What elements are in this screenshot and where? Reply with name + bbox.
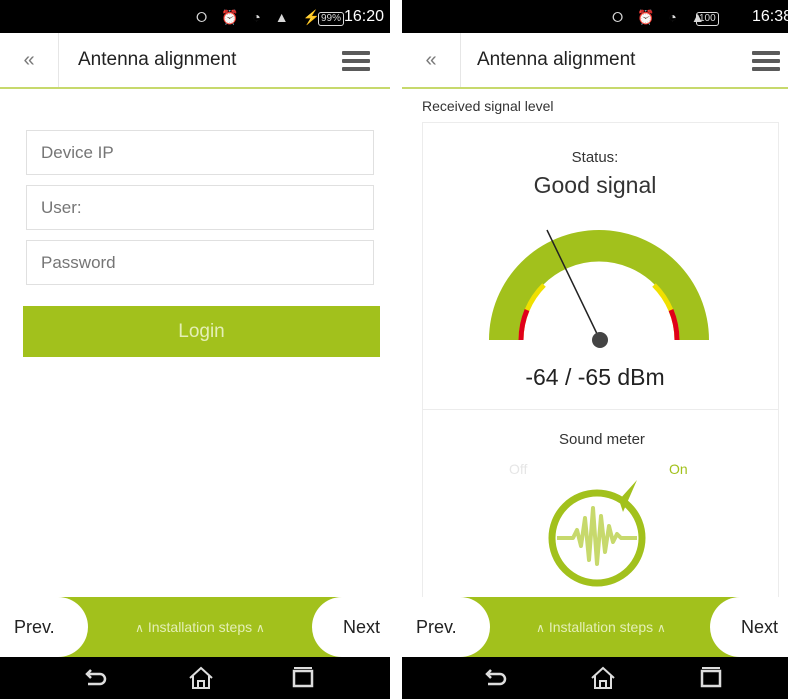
app-bar: « Antenna alignment xyxy=(402,33,788,89)
signal-gauge xyxy=(489,229,709,348)
sound-meter-off-option[interactable]: Off xyxy=(509,461,527,477)
prev-button[interactable]: Prev. xyxy=(402,597,490,657)
system-nav-bar xyxy=(0,657,390,699)
device-ip-input[interactable] xyxy=(26,130,374,175)
status-time: 16:38 xyxy=(751,8,788,25)
gauge-pivot xyxy=(592,332,608,348)
installation-steps-button[interactable]: ∧ Installation steps ∧ xyxy=(100,597,300,657)
hamburger-icon[interactable] xyxy=(342,51,370,71)
system-nav-bar xyxy=(402,657,788,699)
divider xyxy=(422,409,779,410)
user-input[interactable] xyxy=(26,185,374,230)
home-nav-icon[interactable] xyxy=(186,663,216,693)
back-nav-icon[interactable] xyxy=(80,663,110,693)
section-label: Received signal level xyxy=(422,98,554,114)
chevron-up-icon: ∧ xyxy=(657,621,666,635)
back-button[interactable]: « xyxy=(0,33,59,87)
recent-apps-icon[interactable] xyxy=(288,663,318,693)
prev-button[interactable]: Prev. xyxy=(0,597,88,657)
screen-divider xyxy=(390,0,402,699)
hamburger-icon[interactable] xyxy=(752,51,780,71)
installation-steps-button[interactable]: ∧ Installation steps ∧ xyxy=(506,597,696,657)
battery-icon: 99% xyxy=(318,12,345,26)
app-bar: « Antenna alignment xyxy=(0,33,390,89)
sound-wave-icon[interactable] xyxy=(547,478,657,588)
chevron-up-icon: ∧ xyxy=(256,621,265,635)
chevron-up-icon: ∧ xyxy=(135,621,144,635)
status-bar: ⭘ ⏰ ◔ ▲ 100 16:38 xyxy=(402,0,788,33)
login-button[interactable]: Login xyxy=(23,306,380,357)
login-screen: ⭘ ⏰ ◔ ▲ ⚡ 99% 16:20 « Antenna alignment … xyxy=(0,0,390,699)
back-nav-icon[interactable] xyxy=(480,663,510,693)
signal-screen: ⭘ ⏰ ◔ ▲ 100 16:38 « Antenna alignment Re… xyxy=(402,0,788,699)
signal-reading: -64 / -65 dBm xyxy=(525,364,665,390)
status-value: Good signal xyxy=(533,172,657,198)
sound-meter-on-option[interactable]: On xyxy=(669,461,688,477)
status-icons: ⭘ ⏰ ◔ ▲ ⚡ xyxy=(196,9,325,25)
battery-icon: 100 xyxy=(696,12,719,26)
back-button[interactable]: « xyxy=(402,33,461,87)
password-input[interactable] xyxy=(26,240,374,285)
sound-meter-title: Sound meter xyxy=(559,431,645,448)
status-bar: ⭘ ⏰ ◔ ▲ ⚡ 99% 16:20 xyxy=(0,0,390,33)
next-button[interactable]: Next xyxy=(312,597,390,657)
page-title: Antenna alignment xyxy=(477,49,636,70)
footer-bar: Prev. ∧ Installation steps ∧ Next xyxy=(402,597,788,657)
chevron-up-icon: ∧ xyxy=(536,621,545,635)
recent-apps-icon[interactable] xyxy=(696,663,726,693)
next-button[interactable]: Next xyxy=(710,597,788,657)
page-title: Antenna alignment xyxy=(78,49,237,70)
status-label: Status: xyxy=(571,149,619,166)
home-nav-icon[interactable] xyxy=(588,663,618,693)
status-time: 16:20 xyxy=(343,8,384,25)
status-icons: ⭘ ⏰ ◔ ▲ xyxy=(612,9,710,25)
footer-bar: Prev. ∧ Installation steps ∧ Next xyxy=(0,597,390,657)
